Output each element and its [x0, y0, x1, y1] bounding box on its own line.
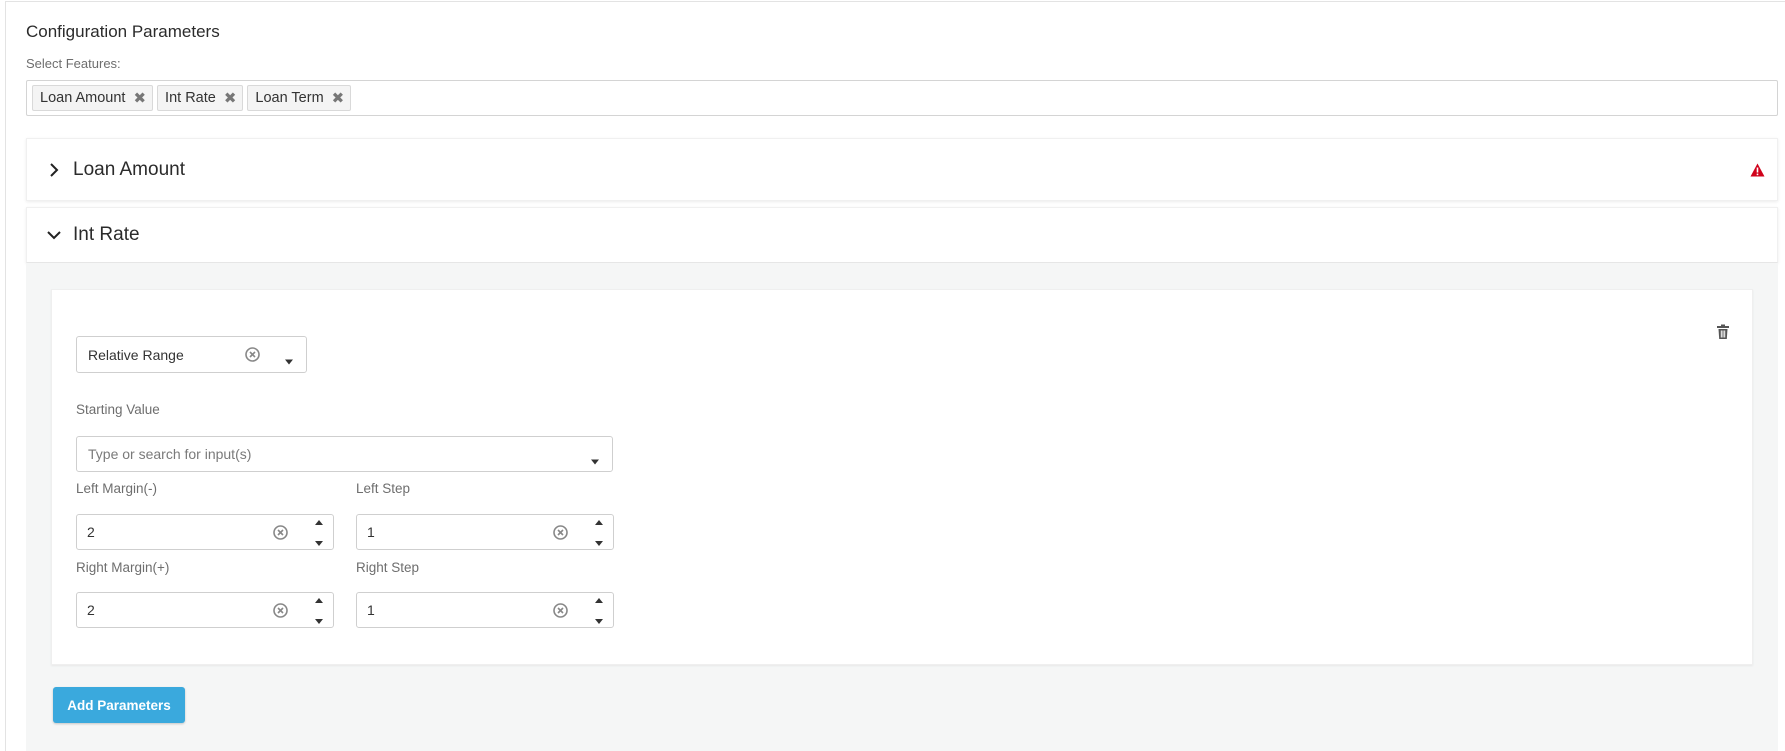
- accordion-loan-amount-header[interactable]: Loan Amount: [26, 138, 1778, 201]
- range-type-value: Relative Range: [88, 346, 184, 363]
- feature-tag-loan-term: Loan Term ✖: [247, 85, 352, 111]
- range-type-select[interactable]: Relative Range: [76, 336, 307, 373]
- chevron-right-icon: [47, 162, 61, 177]
- accordion-title: Loan Amount: [73, 158, 185, 180]
- left-margin-label: Left Margin(-): [76, 481, 158, 496]
- number-stepper[interactable]: [313, 520, 325, 546]
- number-stepper[interactable]: [593, 520, 605, 546]
- add-parameters-button[interactable]: Add Parameters: [53, 687, 185, 723]
- number-stepper[interactable]: [593, 598, 605, 624]
- decrement-icon[interactable]: [595, 541, 603, 546]
- starting-value-input[interactable]: Type or search for input(s): [76, 436, 613, 472]
- feature-multiselect[interactable]: Loan Amount ✖ Int Rate ✖ Loan Term ✖: [26, 80, 1778, 116]
- right-step-value: 1: [367, 602, 375, 618]
- trash-icon[interactable]: [1716, 324, 1730, 340]
- select-features-label: Select Features:: [26, 56, 121, 71]
- right-margin-value: 2: [87, 602, 95, 618]
- accordion-title: Int Rate: [73, 224, 140, 245]
- warning-icon: [1750, 163, 1765, 177]
- int-rate-panel: Relative Range Starting Value Type or se…: [26, 263, 1778, 751]
- right-step-input[interactable]: 1: [356, 592, 614, 628]
- chevron-down-icon: [47, 228, 61, 242]
- increment-icon[interactable]: [595, 598, 603, 603]
- increment-icon[interactable]: [315, 520, 323, 525]
- parameter-card: Relative Range Starting Value Type or se…: [51, 289, 1753, 665]
- clear-icon[interactable]: [553, 603, 568, 618]
- decrement-icon[interactable]: [315, 619, 323, 624]
- left-step-value: 1: [367, 524, 375, 540]
- feature-tag-loan-amount: Loan Amount ✖: [32, 85, 154, 111]
- clear-icon[interactable]: [273, 603, 288, 618]
- caret-down-icon[interactable]: [590, 452, 600, 465]
- caret-down-icon[interactable]: [284, 352, 294, 365]
- remove-tag-icon[interactable]: ✖: [133, 91, 146, 106]
- feature-tag-label: Int Rate: [165, 90, 216, 106]
- page-title: Configuration Parameters: [26, 22, 220, 41]
- clear-icon[interactable]: [273, 525, 288, 540]
- clear-icon[interactable]: [553, 525, 568, 540]
- decrement-icon[interactable]: [315, 541, 323, 546]
- accordion-int-rate-header[interactable]: Int Rate: [26, 207, 1778, 263]
- remove-tag-icon[interactable]: ✖: [332, 91, 345, 106]
- number-stepper[interactable]: [313, 598, 325, 624]
- right-margin-label: Right Margin(+): [76, 560, 170, 575]
- increment-icon[interactable]: [315, 598, 323, 603]
- left-margin-value: 2: [87, 524, 95, 540]
- right-margin-input[interactable]: 2: [76, 592, 334, 628]
- right-step-label: Right Step: [356, 560, 420, 575]
- configuration-page: Configuration Parameters Select Features…: [5, 1, 1785, 751]
- feature-tag-label: Loan Amount: [40, 90, 126, 106]
- remove-tag-icon[interactable]: ✖: [224, 91, 237, 106]
- starting-value-placeholder: Type or search for input(s): [88, 446, 252, 462]
- clear-icon[interactable]: [245, 347, 260, 362]
- left-margin-input[interactable]: 2: [76, 514, 334, 550]
- increment-icon[interactable]: [595, 520, 603, 525]
- left-step-input[interactable]: 1: [356, 514, 614, 550]
- starting-value-label: Starting Value: [76, 402, 160, 417]
- decrement-icon[interactable]: [595, 619, 603, 624]
- feature-tag-int-rate: Int Rate ✖: [157, 85, 244, 111]
- left-step-label: Left Step: [356, 481, 411, 496]
- feature-tag-label: Loan Term: [255, 90, 324, 106]
